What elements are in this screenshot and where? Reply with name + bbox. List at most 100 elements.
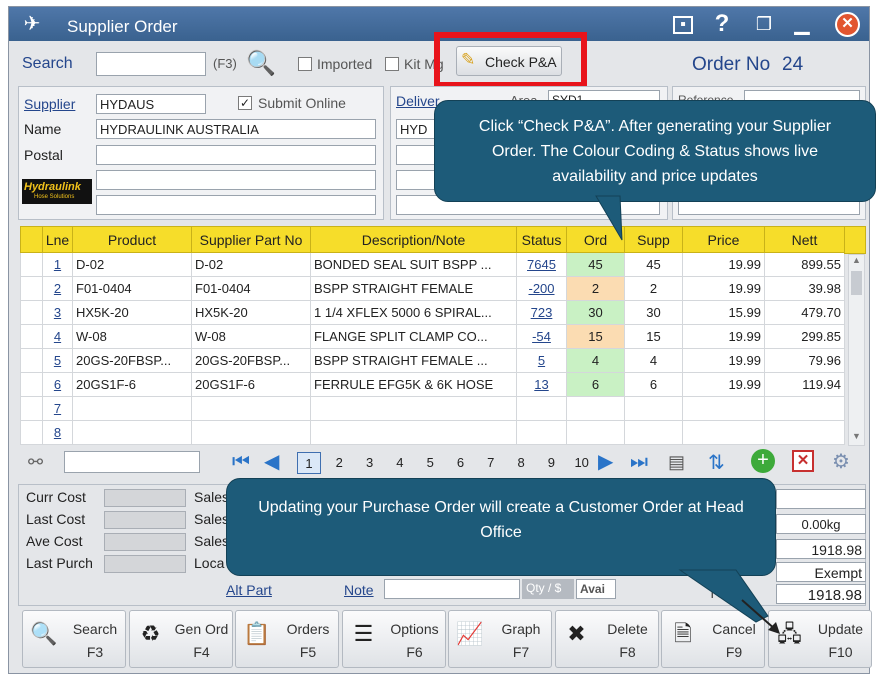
options-button[interactable]: ☰ Options F6 — [341, 610, 446, 668]
delete-button[interactable]: ✖ Delete F8 — [554, 610, 659, 668]
supplier-code-input[interactable]: HYDAUS — [96, 94, 206, 114]
close-icon[interactable]: ✕ — [835, 12, 860, 37]
page-5-button[interactable]: 5 — [418, 452, 442, 474]
kit-checkbox[interactable] — [385, 57, 399, 71]
nett-cell[interactable]: 479.70 — [764, 300, 845, 325]
line-number-link[interactable]: 8 — [42, 420, 73, 445]
page-4-button[interactable]: 4 — [388, 452, 412, 474]
supp-cell[interactable] — [624, 396, 683, 421]
product-cell[interactable]: 20GS-20FBSP... — [72, 348, 192, 373]
supp-cell[interactable]: 15 — [624, 324, 683, 349]
product-cell[interactable]: F01-0404 — [72, 276, 192, 301]
check-pa-button[interactable]: ✎ Check P&A — [456, 46, 562, 76]
supplier-part-cell[interactable]: F01-0404 — [191, 276, 311, 301]
col-status[interactable]: Status — [516, 226, 567, 253]
ord-cell[interactable]: 2 — [566, 276, 625, 301]
supplier-name-input[interactable]: HYDRAULINK AUSTRALIA — [96, 119, 376, 139]
help-icon[interactable]: ? — [709, 11, 735, 37]
first-page-icon[interactable]: ⏮ — [232, 450, 250, 474]
nett-cell[interactable]: 119.94 — [764, 372, 845, 397]
page-6-button[interactable]: 6 — [449, 452, 473, 474]
price-cell[interactable]: 19.99 — [682, 252, 765, 277]
ord-cell[interactable]: 30 — [566, 300, 625, 325]
last-page-icon[interactable]: ⏭ — [630, 450, 648, 474]
row-selector[interactable] — [20, 420, 43, 445]
product-cell[interactable]: 20GS1F-6 — [72, 372, 192, 397]
sort-icon[interactable]: ⇅ — [708, 450, 725, 475]
product-cell[interactable] — [72, 396, 192, 421]
search-input[interactable] — [96, 52, 206, 76]
row-selector[interactable] — [20, 372, 43, 397]
col-nett[interactable]: Nett — [764, 226, 845, 253]
ord-cell[interactable]: 6 — [566, 372, 625, 397]
supplier-part-cell[interactable]: 20GS-20FBSP... — [191, 348, 311, 373]
product-cell[interactable] — [72, 420, 192, 445]
price-cell[interactable]: 19.99 — [682, 276, 765, 301]
page-7-button[interactable]: 7 — [479, 452, 503, 474]
status-link[interactable]: 723 — [516, 300, 567, 325]
nett-cell[interactable]: 299.85 — [764, 324, 845, 349]
ord-cell[interactable]: 15 — [566, 324, 625, 349]
graph-button[interactable]: 📈 Graph F7 — [448, 610, 552, 668]
line-number-link[interactable]: 2 — [42, 276, 73, 301]
ord-cell[interactable]: 45 — [566, 252, 625, 277]
description-cell[interactable]: BONDED SEAL SUIT BSPP ... — [310, 252, 517, 277]
price-cell[interactable]: 19.99 — [682, 324, 765, 349]
table-row[interactable]: 4 W-08 W-08 FLANGE SPLIT CLAMP CO... -54 15 15… — [20, 324, 845, 349]
postal-line-3[interactable] — [96, 195, 376, 215]
gen-ord-button[interactable]: ♻ Gen Ord F4 — [128, 610, 233, 668]
ord-cell[interactable] — [566, 396, 625, 421]
settings-gear-icon[interactable]: ⚙ — [832, 449, 850, 474]
postal-line-1[interactable] — [96, 145, 376, 165]
status-link[interactable]: 13 — [516, 372, 567, 397]
page-3-button[interactable]: 3 — [358, 452, 382, 474]
prev-page-icon[interactable]: ◀ — [264, 450, 279, 474]
nett-cell[interactable]: 79.96 — [764, 348, 845, 373]
qty-toggle[interactable]: Qty / $ — [522, 579, 574, 599]
page-2-button[interactable]: 2 — [327, 452, 351, 474]
status-link[interactable]: 5 — [516, 348, 567, 373]
scroll-down-icon[interactable]: ▼ — [852, 431, 861, 441]
nett-cell[interactable] — [764, 420, 845, 445]
binoculars-icon[interactable]: ⚯ — [28, 452, 43, 473]
col-description[interactable]: Description/Note — [310, 226, 517, 253]
page-9-button[interactable]: 9 — [539, 452, 563, 474]
description-cell[interactable]: BSPP STRAIGHT FEMALE — [310, 276, 517, 301]
table-row[interactable]: 8 — [20, 420, 845, 445]
description-cell[interactable]: 1 1/4 XFLEX 5000 6 SPIRAL... — [310, 300, 517, 325]
supp-cell[interactable]: 4 — [624, 348, 683, 373]
screenshot-icon[interactable]: ▪ — [673, 16, 693, 34]
grid-search-input[interactable] — [64, 451, 200, 473]
ord-cell[interactable]: 4 — [566, 348, 625, 373]
notes-icon[interactable]: ▤ — [668, 452, 685, 473]
supp-cell[interactable] — [624, 420, 683, 445]
supplier-part-cell[interactable]: HX5K-20 — [191, 300, 311, 325]
table-row[interactable]: 3 HX5K-20 HX5K-20 1 1/4 XFLEX 5000 6 SPIRAL… — [20, 300, 845, 325]
description-cell[interactable] — [310, 420, 517, 445]
row-selector[interactable] — [20, 252, 43, 277]
nett-cell[interactable]: 899.55 — [764, 252, 845, 277]
line-number-link[interactable]: 4 — [42, 324, 73, 349]
next-page-icon[interactable]: ▶ — [598, 450, 613, 474]
line-number-link[interactable]: 7 — [42, 396, 73, 421]
page-8-button[interactable]: 8 — [509, 452, 533, 474]
table-row[interactable]: 5 20GS-20FBSP... 20GS-20FBSP... BSPP STRAIG… — [20, 348, 845, 373]
price-cell[interactable] — [682, 420, 765, 445]
add-line-icon[interactable]: + — [751, 449, 775, 473]
nett-cell[interactable]: 39.98 — [764, 276, 845, 301]
product-cell[interactable]: W-08 — [72, 324, 192, 349]
row-selector[interactable] — [20, 396, 43, 421]
description-cell[interactable]: FLANGE SPLIT CLAMP CO... — [310, 324, 517, 349]
line-number-link[interactable]: 6 — [42, 372, 73, 397]
magnifier-icon[interactable]: 🔍 — [246, 49, 276, 78]
price-cell[interactable]: 15.99 — [682, 300, 765, 325]
row-selector[interactable] — [20, 300, 43, 325]
supp-cell[interactable]: 2 — [624, 276, 683, 301]
description-cell[interactable]: BSPP STRAIGHT FEMALE ... — [310, 348, 517, 373]
scroll-thumb[interactable] — [851, 271, 862, 295]
description-cell[interactable]: FERRULE EFG5K & 6K HOSE — [310, 372, 517, 397]
table-row[interactable]: 7 — [20, 396, 845, 421]
price-cell[interactable] — [682, 396, 765, 421]
col-lne[interactable]: Lne — [42, 226, 73, 253]
scroll-up-icon[interactable]: ▲ — [852, 255, 861, 265]
